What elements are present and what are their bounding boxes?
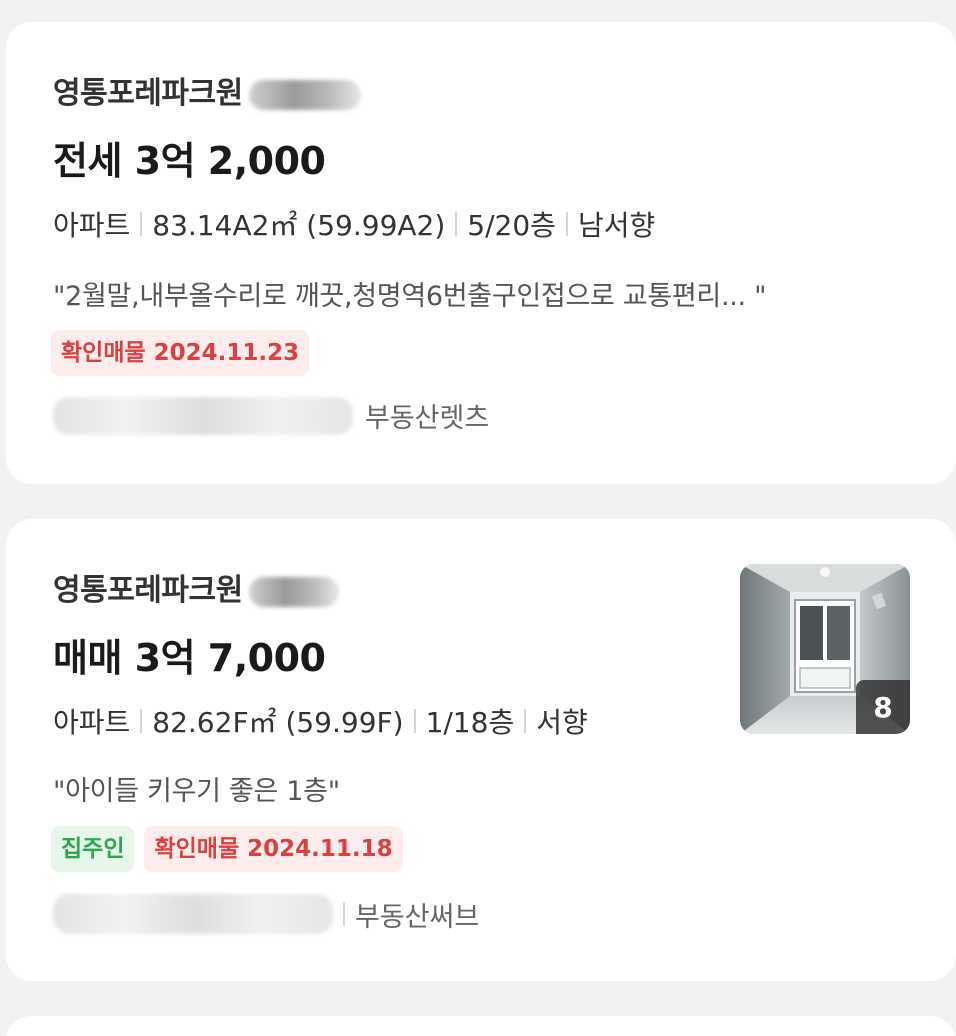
listing-card[interactable]: 영통포레파크원 전세 3억 2,000 아파트 83.14A2㎡ (59.99A… [6,22,956,484]
listing-price: 매매 3억 7,000 [53,636,326,680]
confirmed-listing-badge: 확인매물 2024.11.23 [51,330,310,376]
spec-divider [565,212,568,236]
listing-card-partial[interactable] [6,1016,956,1036]
redacted-agent-name [53,894,333,934]
spec-floor: 1/18층 [425,706,515,739]
listing-card[interactable]: 영통포레파크원 매매 3억 7,000 아파트 82.62F㎡ (59.99F)… [6,519,956,981]
redacted-agent-name [53,396,353,435]
hallway-photo-thumbnail[interactable]: 8 [740,564,910,734]
spec-direction: 서향 [536,706,588,739]
owner-badge: 집주인 [51,826,135,872]
listing-description: "2월말,내부올수리로 깨끗,청명역6번출구인접으로 교통편리... " [53,281,767,312]
listing-name: 영통포레파크원 [53,76,243,111]
spec-divider [413,709,416,733]
agent-divider [343,902,345,926]
listing-name: 영통포레파크원 [53,573,243,608]
listing-specs: 아파트 83.14A2㎡ (59.99A2) 5/20층 남서향 [53,204,655,244]
spec-divider [455,212,458,236]
spec-divider [524,709,527,733]
listing-specs: 아파트 82.62F㎡ (59.99F) 1/18층 서향 [53,701,588,741]
redacted-unit [248,79,361,110]
spec-area: 83.14A2㎡ (59.99A2) [152,209,446,242]
spec-divider [140,709,143,733]
agent-name: 부동산써브 [355,901,480,933]
listing-name-row: 영통포레파크원 [53,68,361,112]
listing-name-row: 영통포레파크원 [53,565,339,609]
listing-tags: 확인매물 2024.11.23 [51,330,310,376]
listing-description: "아이들 키우기 좋은 1층" [53,776,340,807]
listing-tags: 집주인 확인매물 2024.11.18 [51,826,403,872]
confirmed-listing-badge: 확인매물 2024.11.18 [144,826,403,872]
agent-row[interactable]: 부동산써브 [53,894,479,934]
spec-floor: 5/20층 [467,209,556,242]
redacted-unit [248,576,339,607]
agent-row[interactable]: 부동산렛츠 [53,396,489,435]
photo-count-badge: 8 [856,680,910,734]
agent-name: 부동산렛츠 [365,403,490,434]
listing-price: 전세 3억 2,000 [53,139,326,183]
spec-area: 82.62F㎡ (59.99F) [152,706,404,739]
listing-list: 영통포레파크원 전세 3억 2,000 아파트 83.14A2㎡ (59.99A… [0,0,956,1036]
spec-type: 아파트 [53,706,131,739]
spec-divider [140,212,143,236]
spec-direction: 남서향 [577,209,656,242]
spec-type: 아파트 [53,209,131,242]
